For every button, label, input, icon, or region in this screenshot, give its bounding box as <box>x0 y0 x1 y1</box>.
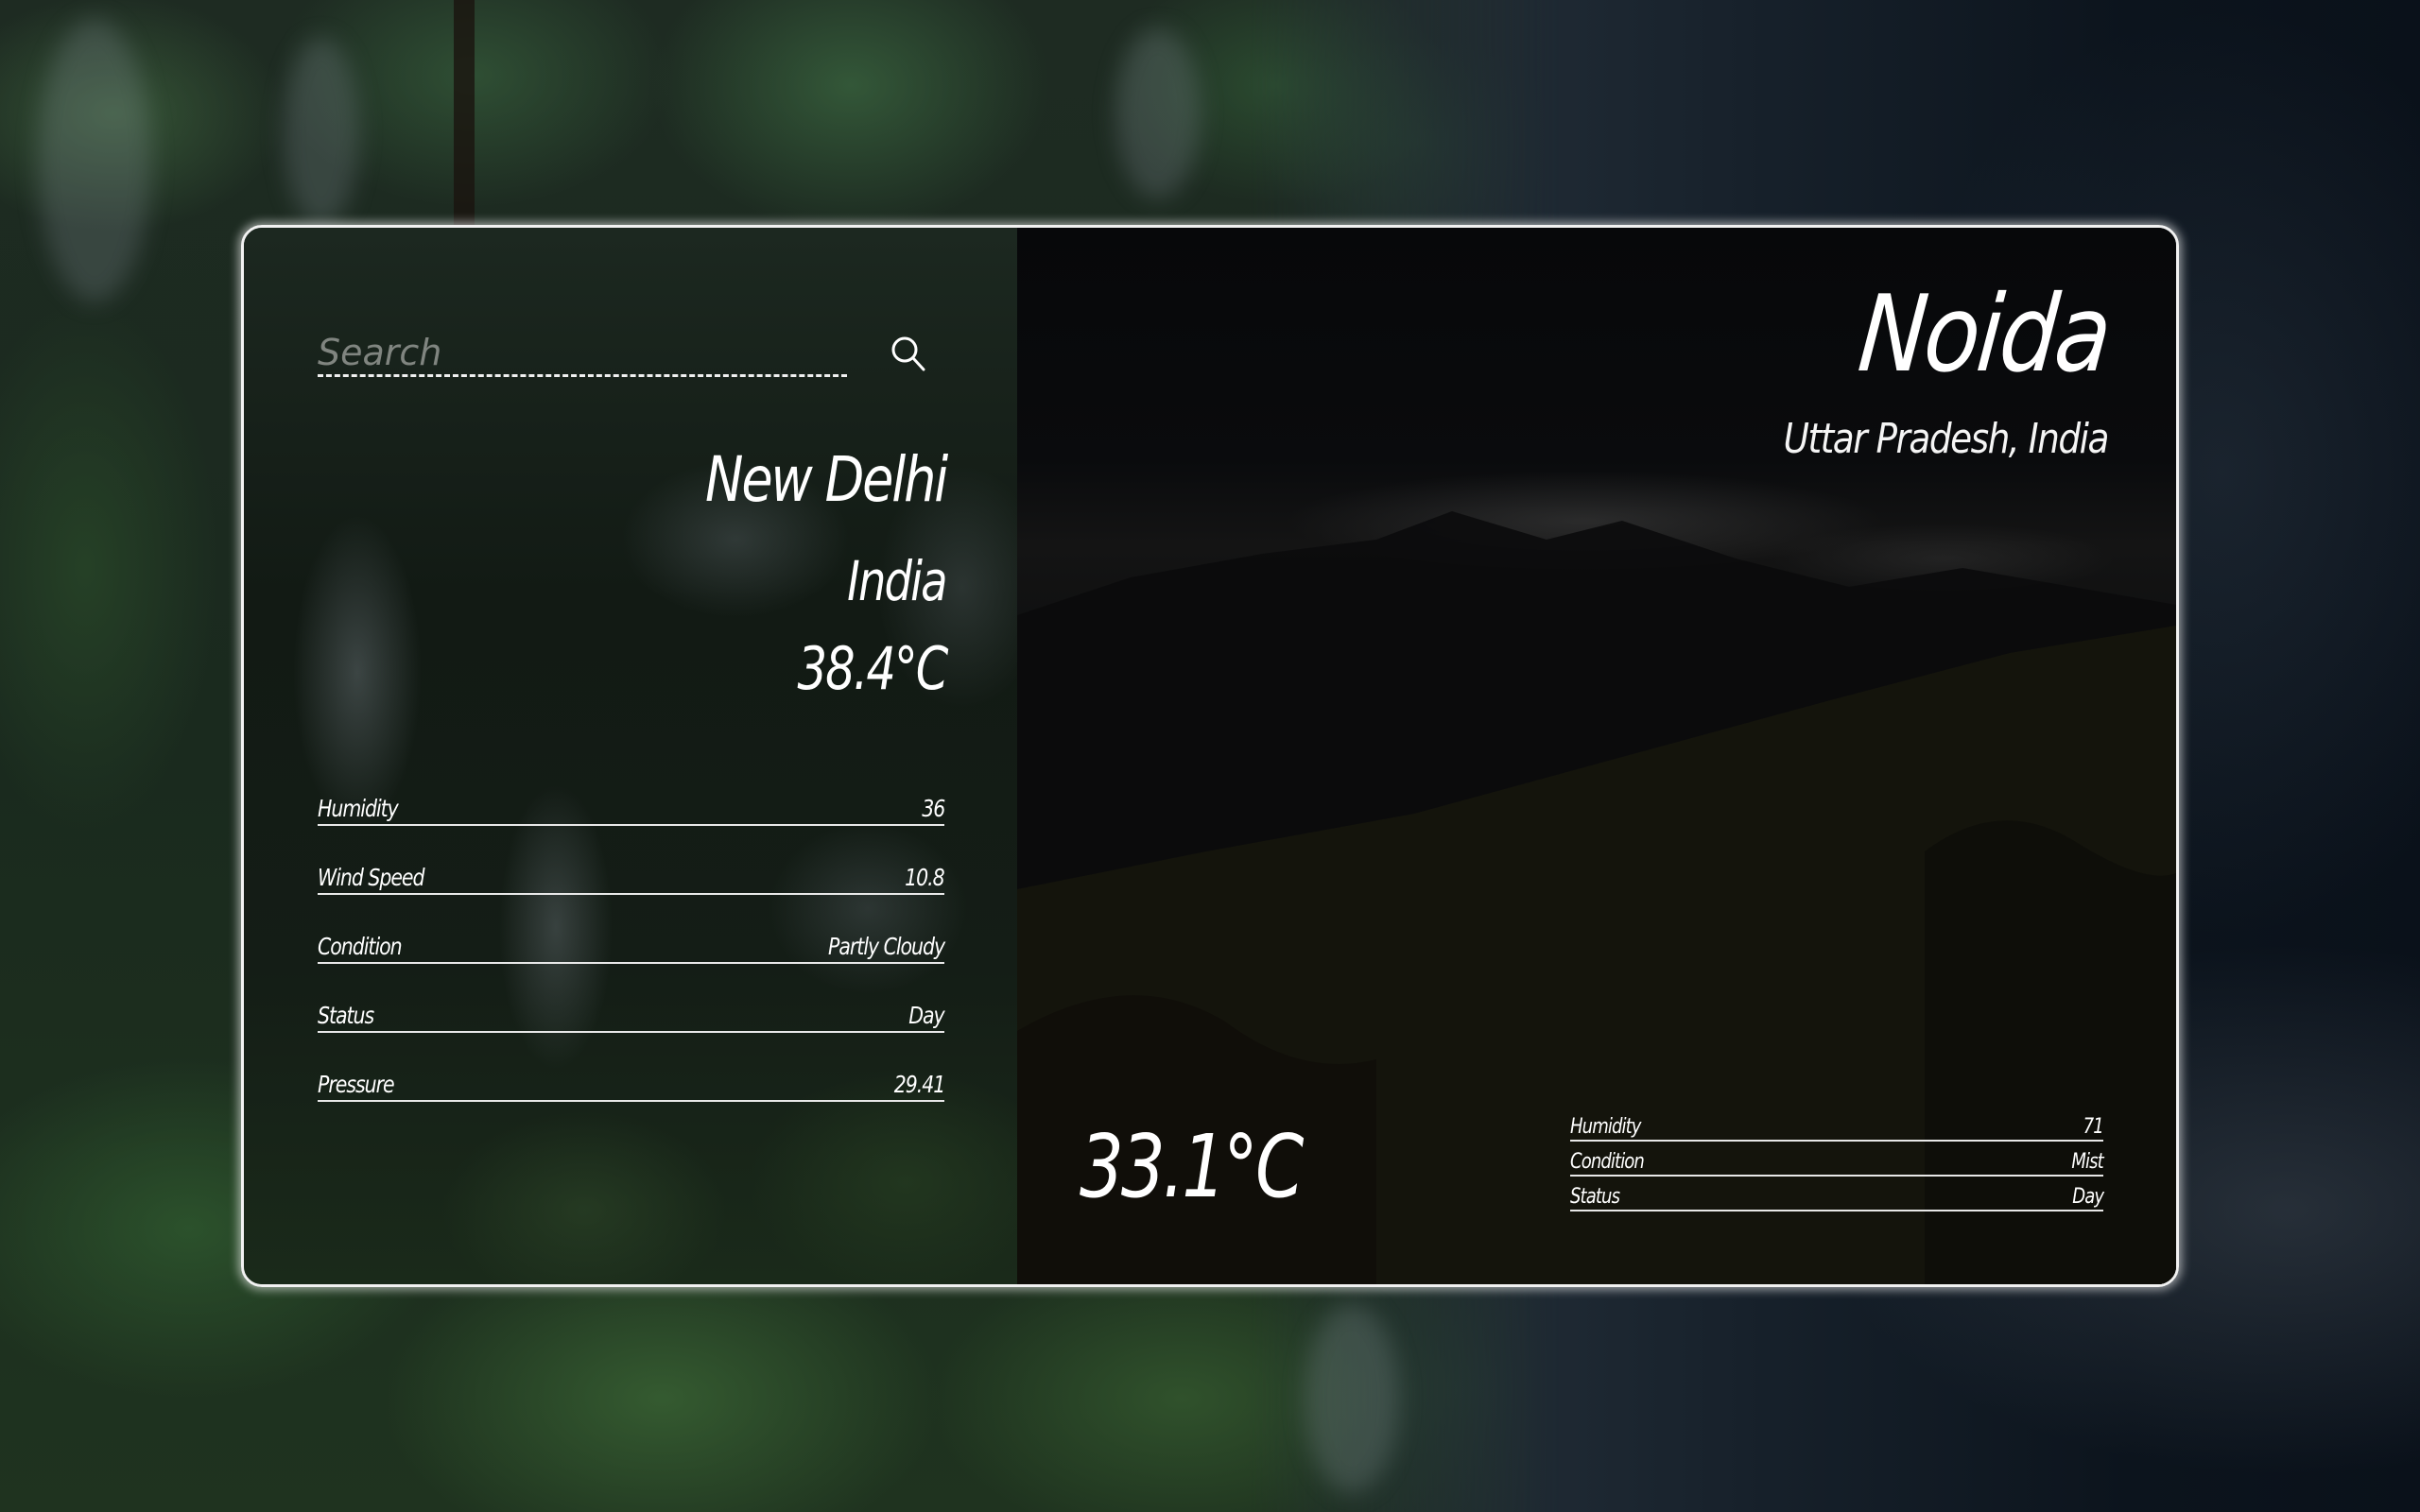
stat-label: Humidity <box>318 795 399 822</box>
stat-label: Status <box>1570 1185 1620 1209</box>
featured-city-panel: Noida Uttar Pradesh, India 33.1°C Humidi… <box>1017 228 2176 1284</box>
search-button[interactable] <box>885 332 932 379</box>
stat-label: Condition <box>1570 1150 1645 1174</box>
stat-row-status: Status Day <box>318 997 945 1033</box>
stat-row-humidity: Humidity 71 <box>1570 1109 2104 1142</box>
stat-value: Partly Cloudy <box>827 933 945 960</box>
search-input[interactable] <box>318 330 847 377</box>
stat-value: Mist <box>2071 1150 2104 1174</box>
featured-city-name: Noida <box>1853 273 2114 396</box>
stat-label: Humidity <box>1570 1115 1641 1139</box>
stat-row-status: Status Day <box>1570 1179 2104 1211</box>
stat-value: 71 <box>2083 1115 2104 1139</box>
current-weather-panel: New Delhi India 38.4°C Humidity 36 Wind … <box>244 228 1017 1284</box>
stat-row-wind-speed: Wind Speed 10.8 <box>318 859 945 895</box>
background-sky-gap <box>38 19 151 302</box>
background-sky-gap <box>1305 1304 1399 1493</box>
stat-value: Day <box>908 1002 945 1029</box>
search-icon <box>891 336 925 370</box>
background-sky-gap <box>1115 28 1201 198</box>
stat-row-condition: Condition Mist <box>1570 1144 2104 1177</box>
weather-card: New Delhi India 38.4°C Humidity 36 Wind … <box>241 225 2179 1287</box>
stat-row-condition: Condition Partly Cloudy <box>318 928 945 964</box>
background-tree-trunk <box>454 0 475 227</box>
current-country-name: India <box>847 549 947 613</box>
stat-row-pressure: Pressure 29.41 <box>318 1066 945 1102</box>
stat-value: 10.8 <box>905 864 945 891</box>
background-sky-gap <box>284 38 359 227</box>
stat-value: 36 <box>921 795 945 822</box>
stat-value: 29.41 <box>893 1071 945 1098</box>
featured-region-name: Uttar Pradesh, India <box>1783 415 2110 463</box>
stat-value: Day <box>2072 1185 2104 1209</box>
stat-label: Pressure <box>318 1071 395 1098</box>
stat-label: Status <box>318 1002 374 1029</box>
stat-row-humidity: Humidity 36 <box>318 790 945 826</box>
stat-label: Condition <box>318 933 403 960</box>
current-city-name: New Delhi <box>704 443 948 516</box>
featured-weather-stats: Humidity 71 Condition Mist Status Day <box>1570 1109 2104 1214</box>
search-bar <box>318 330 942 387</box>
current-weather-stats: Humidity 36 Wind Speed 10.8 Condition Pa… <box>318 790 945 1135</box>
featured-temperature: 33.1°C <box>1080 1116 1304 1217</box>
stat-label: Wind Speed <box>318 864 425 891</box>
current-temperature: 38.4°C <box>797 634 948 703</box>
weather-app-page: New Delhi India 38.4°C Humidity 36 Wind … <box>0 0 2420 1512</box>
